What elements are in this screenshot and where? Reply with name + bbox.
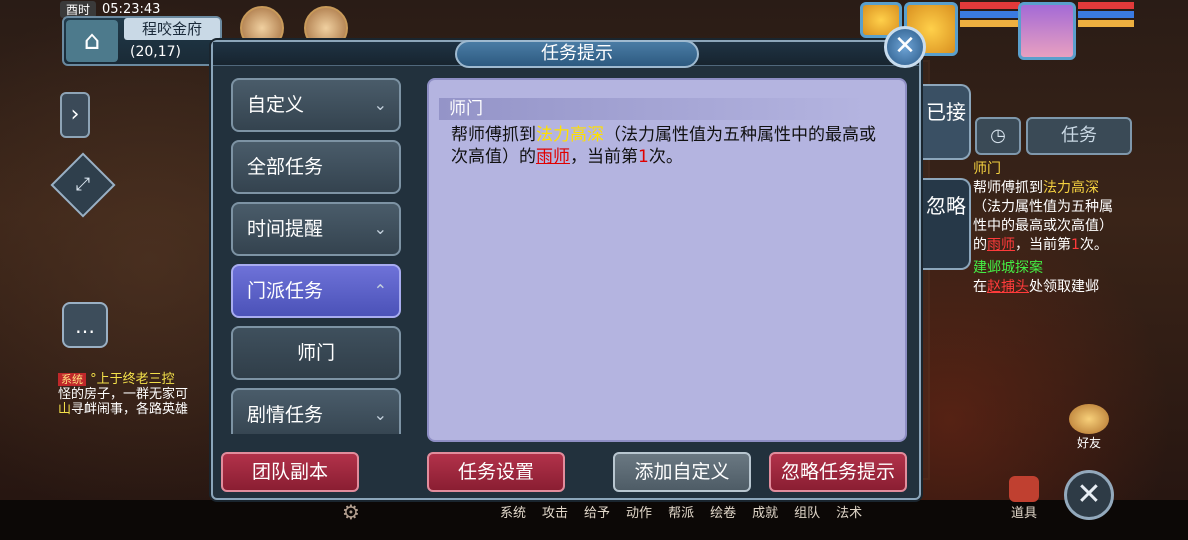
inventory-button[interactable]: 道具 xyxy=(1006,476,1042,521)
player-hp-bar xyxy=(1078,2,1134,9)
task-category-list[interactable]: 自定义 ⌄ 全部任务 时间提醒 ⌄ 门派任务 ⌃ 师门 剧情任务 ⌄ xyxy=(231,78,405,434)
chat-line: 怪的房子，一群无家可 xyxy=(58,387,189,402)
player-avatar[interactable] xyxy=(1018,2,1076,60)
task-detail-text: 帮师傅抓到法力高深（法力属性值为五种属性中的最高或次高值）的雨师，当前第1次。 xyxy=(451,124,891,168)
category-label: 全部任务 xyxy=(247,156,324,178)
category-custom[interactable]: 自定义 ⌄ xyxy=(231,78,401,132)
add-custom-button[interactable]: 添加自定义 xyxy=(613,452,751,492)
task-tracker[interactable]: 师门 帮师傅抓到法力高深（法力属性值为五种属性中的最高或次高值）的雨师，当前第1… xyxy=(973,160,1123,297)
expand-arrow-icon[interactable]: › xyxy=(60,92,90,138)
chat-line: °上于终老三控 xyxy=(90,372,175,387)
subcategory-shimen[interactable]: 师门 xyxy=(231,326,401,380)
close-menu-icon[interactable]: ✕ xyxy=(1064,470,1114,520)
detail-count: 1 xyxy=(638,147,649,167)
timer-icon[interactable]: ◷ xyxy=(975,117,1021,155)
friends-button[interactable]: 好友 xyxy=(1066,404,1112,451)
category-all-tasks[interactable]: 全部任务 xyxy=(231,140,401,194)
player-anger-bar xyxy=(1078,20,1134,27)
chevron-down-icon: ⌄ xyxy=(373,405,387,424)
category-time-reminder[interactable]: 时间提醒 ⌄ xyxy=(231,202,401,256)
task-detail-heading: 师门 xyxy=(439,98,867,120)
chat-bubble-icon[interactable]: … xyxy=(62,302,108,348)
tracker-count: 1 xyxy=(1071,237,1080,253)
tracker-target-link[interactable]: 雨师 xyxy=(987,237,1015,253)
detail-text: 次。 xyxy=(648,147,683,167)
detail-highlight: 法力高深 xyxy=(536,125,604,145)
tracker-text: 帮师傅抓到 xyxy=(973,180,1043,196)
menu-attack[interactable]: 攻击 xyxy=(542,502,568,522)
close-icon[interactable]: ✕ xyxy=(884,26,926,68)
menu-spell[interactable]: 法术 xyxy=(836,502,862,522)
tracker-task-title: 师门 xyxy=(973,161,1001,177)
category-sect-tasks[interactable]: 门派任务 ⌃ xyxy=(231,264,401,318)
pet-status-bars xyxy=(960,2,1020,36)
chat-log[interactable]: 系统 °上于终老三控 怪的房子，一群无家可 山寻衅闹事，各路英雄 xyxy=(58,372,216,417)
category-label: 剧情任务 xyxy=(247,404,324,426)
dialog-title: 任务提示 xyxy=(455,40,699,68)
category-label: 门派任务 xyxy=(247,280,324,302)
menu-give[interactable]: 给予 xyxy=(584,502,610,522)
tracker-task-desc: 帮师傅抓到法力高深（法力属性值为五种属性中的最高或次高值）的雨师，当前第1次。 xyxy=(973,179,1123,255)
shichen-label: 酉时 xyxy=(60,0,97,18)
chevron-up-icon: ⌃ xyxy=(373,281,387,300)
menu-team[interactable]: 组队 xyxy=(794,502,820,522)
task-tips-dialog: 任务提示 自定义 ⌄ 全部任务 时间提醒 ⌄ 门派任务 ⌃ 师门 剧情任务 ⌄ … xyxy=(211,40,971,500)
clock-time: 05:23:43 xyxy=(102,1,161,17)
system-tag: 系统 xyxy=(58,373,86,386)
pet-exp-bar xyxy=(960,20,1020,27)
tracker-npc-link[interactable]: 赵捕头 xyxy=(987,279,1029,295)
tab-accepted[interactable]: 已接 xyxy=(923,84,971,160)
category-label: 时间提醒 xyxy=(247,218,324,240)
handshake-icon xyxy=(1069,404,1109,434)
tracker-text: 处领取建邺 xyxy=(1029,279,1099,295)
chevron-down-icon: ⌄ xyxy=(373,219,387,238)
tracker-text: ，当前第 xyxy=(1015,237,1071,253)
friends-label: 好友 xyxy=(1076,436,1101,450)
chevron-down-icon: ⌄ xyxy=(373,95,387,114)
tracker-text: 在 xyxy=(973,279,987,295)
category-label: 自定义 xyxy=(247,94,305,116)
category-story-tasks[interactable]: 剧情任务 ⌄ xyxy=(231,388,401,434)
player-mp-bar xyxy=(1078,11,1134,18)
chat-line: 山 xyxy=(58,402,72,417)
category-label: 师门 xyxy=(296,342,335,364)
task-tab[interactable]: 任务 xyxy=(1026,117,1132,155)
tab-ignored[interactable]: 忽略 xyxy=(923,178,971,270)
tracker-text: 次。 xyxy=(1079,237,1108,253)
menu-system[interactable]: 系统 xyxy=(500,502,526,522)
tracker-task-title: 建邺城探案 xyxy=(973,260,1043,276)
ignore-task-tips-button[interactable]: 忽略任务提示 xyxy=(769,452,907,492)
task-detail-panel: 师门 帮师傅抓到法力高深（法力属性值为五种属性中的最高或次高值）的雨师，当前第1… xyxy=(427,78,907,442)
map-icon[interactable]: ⌂ xyxy=(66,20,118,62)
menu-achievement[interactable]: 成就 xyxy=(752,502,778,522)
pet-hp-bar xyxy=(960,2,1020,9)
team-dungeon-button[interactable]: 团队副本 xyxy=(221,452,359,492)
player-status-bars xyxy=(1078,2,1134,36)
location-coords: (20,17) xyxy=(130,44,182,60)
location-name: 程咬金府 xyxy=(124,18,220,40)
menu-guild[interactable]: 帮派 xyxy=(668,502,694,522)
treasure-chest-icon xyxy=(1009,476,1039,502)
detail-text: ，当前第 xyxy=(570,147,638,167)
menu-action[interactable]: 动作 xyxy=(626,502,652,522)
detail-target-link[interactable]: 雨师 xyxy=(536,147,570,167)
task-settings-button[interactable]: 任务设置 xyxy=(427,452,565,492)
pet-mp-bar xyxy=(960,11,1020,18)
menu-scroll[interactable]: 绘卷 xyxy=(710,502,736,522)
tracker-task-desc: 在赵捕头处领取建邺 xyxy=(973,278,1123,297)
bottom-menu: 系统 攻击 给予 动作 帮派 绘卷 成就 组队 法术 xyxy=(500,502,1040,522)
settings-gear-icon[interactable]: ⚙ xyxy=(342,500,360,524)
detail-text: 帮师傅抓到 xyxy=(451,125,536,145)
chat-line: 寻衅闹事，各路英雄 xyxy=(71,402,189,417)
tracker-highlight: 法力高深 xyxy=(1043,180,1099,196)
inventory-label: 道具 xyxy=(1010,506,1037,521)
